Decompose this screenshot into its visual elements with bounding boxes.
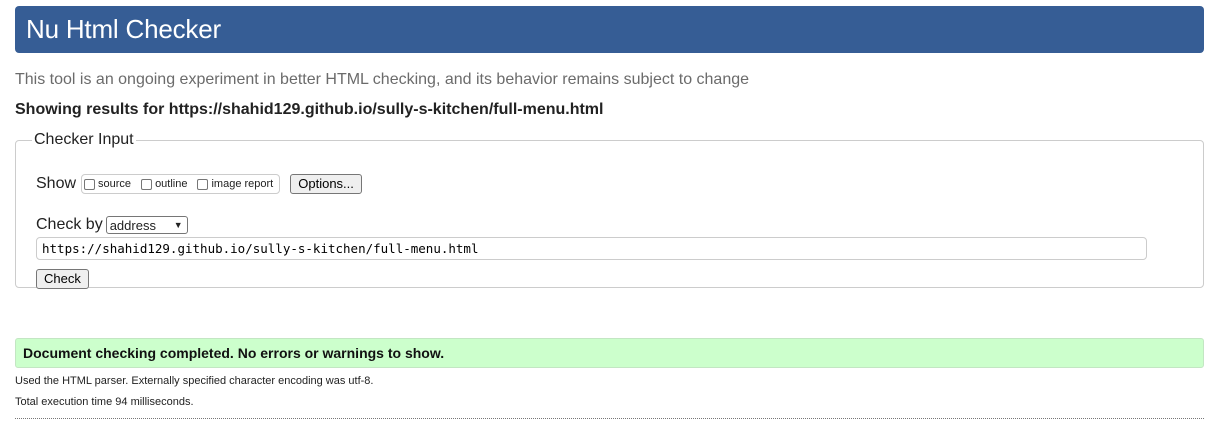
- title-bar: Nu Html Checker: [15, 6, 1204, 53]
- chevron-down-icon: ▼: [173, 220, 183, 230]
- check-by-select[interactable]: address ▼: [105, 216, 188, 234]
- outline-checkbox[interactable]: [141, 178, 153, 190]
- check-by-label: Check by: [36, 216, 103, 233]
- options-button[interactable]: Options...: [290, 174, 362, 194]
- outline-label: outline: [155, 178, 188, 190]
- nu-html-checker-page: Nu Html Checker This tool is an ongoing …: [0, 0, 1224, 444]
- execution-time: Total execution time 94 milliseconds.: [15, 396, 194, 408]
- show-outline-option[interactable]: outline: [139, 178, 187, 190]
- intro-text: This tool is an ongoing experiment in be…: [15, 71, 750, 88]
- check-by-selected-value: address: [109, 217, 156, 233]
- source-label: source: [98, 178, 132, 190]
- checker-input-fieldset: Checker Input Show source outline image …: [15, 131, 1204, 289]
- image-report-checkbox[interactable]: [197, 178, 209, 190]
- show-image-report-option[interactable]: image report: [195, 178, 273, 190]
- check-button[interactable]: Check: [36, 269, 89, 289]
- parser-info: Used the HTML parser. Externally specifi…: [15, 375, 374, 387]
- check-by-row: Check by address ▼: [36, 215, 188, 235]
- page-title: Nu Html Checker: [26, 14, 221, 44]
- checker-input-legend: Checker Input: [34, 131, 134, 148]
- results-heading: Showing results for https://shahid129.gi…: [15, 101, 604, 118]
- show-label: Show: [36, 175, 77, 192]
- source-checkbox[interactable]: [84, 178, 96, 190]
- show-row: Show source outline image report Options…: [36, 173, 362, 195]
- success-message: Document checking completed. No errors o…: [15, 338, 1204, 368]
- divider: [15, 418, 1204, 419]
- show-options-group: source outline image report: [81, 174, 281, 194]
- image-report-label: image report: [211, 178, 274, 190]
- url-input[interactable]: https://shahid129.github.io/sully-s-kitc…: [36, 237, 1147, 260]
- show-source-option[interactable]: source: [82, 178, 131, 190]
